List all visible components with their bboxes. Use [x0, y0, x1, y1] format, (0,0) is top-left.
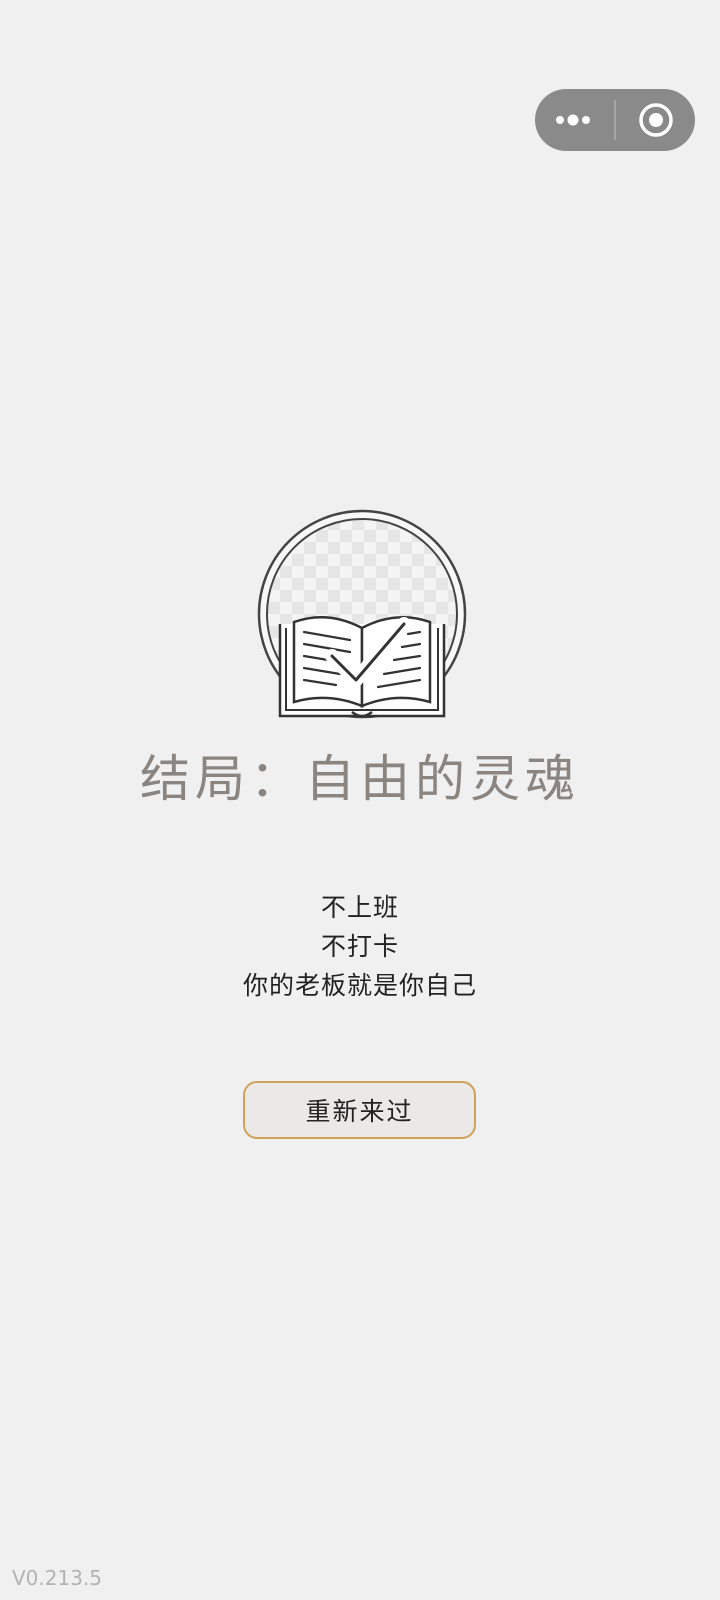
ending-title: 结局：自由的灵魂	[140, 750, 580, 808]
mini-program-capsule	[535, 89, 695, 151]
more-dots-icon	[555, 114, 590, 126]
restart-button[interactable]: 重新来过	[243, 1081, 476, 1139]
description-line: 你的老板就是你自己	[242, 971, 477, 1000]
ending-description: 不上班 不打卡 你的老板就是你自己	[0, 888, 720, 1005]
description-line: 不上班	[320, 893, 399, 922]
more-button[interactable]	[535, 89, 614, 151]
close-button[interactable]	[616, 89, 695, 151]
target-circle-icon	[638, 103, 673, 137]
version-label: V0.213.5	[12, 1566, 103, 1590]
ending-page: 结局：自由的灵魂 不上班 不打卡 你的老板就是你自己 重新来过 V0.213.5	[0, 0, 720, 1600]
open-book-check-icon	[257, 509, 467, 719]
description-line: 不打卡	[320, 932, 399, 961]
